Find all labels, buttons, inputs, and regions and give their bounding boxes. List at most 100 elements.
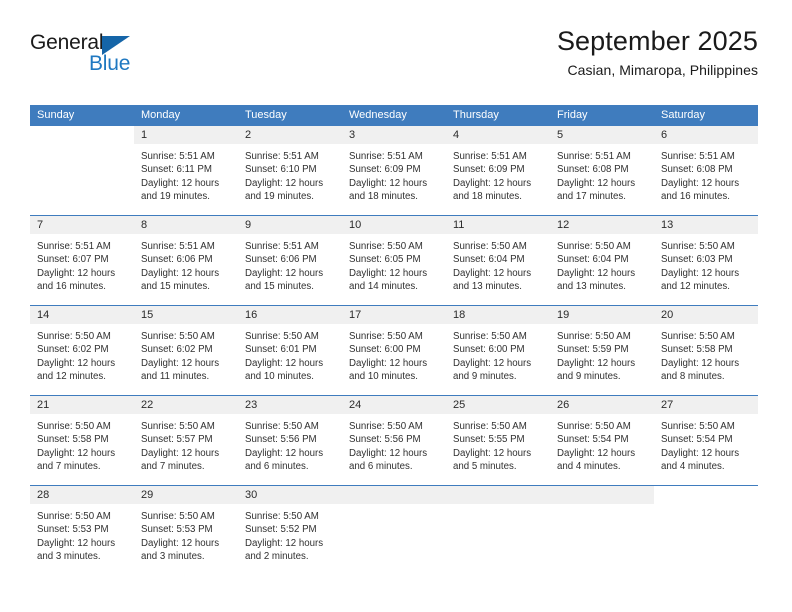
page-header: General Blue September 2025 Casian, Mima… <box>30 26 758 96</box>
daylight-text-line2: and 9 minutes. <box>557 371 621 383</box>
title-block: September 2025 Casian, Mimaropa, Philipp… <box>557 26 758 79</box>
sunset-text: Sunset: 6:00 PM <box>453 344 525 356</box>
day-cell[interactable]: 14 Sunrise: 5:50 AM Sunset: 6:02 PM Dayligh… <box>30 306 134 395</box>
day-details: Sunrise: 5:50 AM Sunset: 5:59 PM Daylight:… <box>550 325 654 384</box>
daylight-text-line1: Daylight: 12 hours <box>349 357 428 369</box>
weekday-header-wednesday: Wednesday <box>349 109 407 121</box>
day-number: 2 <box>245 129 252 141</box>
day-cell[interactable]: 11 Sunrise: 5:50 AM Sunset: 6:04 PM Dayligh… <box>446 216 550 305</box>
sunrise-text: Sunrise: 5:50 AM <box>245 331 319 342</box>
daylight-text-line2: and 10 minutes. <box>349 371 418 383</box>
sunset-text: Sunset: 5:52 PM <box>245 524 317 536</box>
daylight-text-line1: Daylight: 12 hours <box>349 447 428 459</box>
sunrise-text: Sunrise: 5:50 AM <box>661 421 735 432</box>
weekday-header-monday: Monday <box>141 109 181 121</box>
day-details: Sunrise: 5:51 AM Sunset: 6:07 PM Daylight:… <box>30 235 134 294</box>
day-cell[interactable]: 17 Sunrise: 5:50 AM Sunset: 6:00 PM Dayligh… <box>342 306 446 395</box>
daylight-text-line1: Daylight: 12 hours <box>661 447 740 459</box>
sunset-text: Sunset: 6:04 PM <box>557 254 629 266</box>
daylight-text-line2: and 4 minutes. <box>557 461 621 473</box>
day-cell[interactable]: 25 Sunrise: 5:50 AM Sunset: 5:55 PM Dayligh… <box>446 396 550 485</box>
sunrise-text: Sunrise: 5:50 AM <box>661 241 735 252</box>
daylight-text-line2: and 15 minutes. <box>245 281 314 293</box>
day-cell[interactable]: 18 Sunrise: 5:50 AM Sunset: 6:00 PM Dayligh… <box>446 306 550 395</box>
day-number-band: 26 <box>550 396 654 415</box>
day-cell[interactable]: 15 Sunrise: 5:50 AM Sunset: 6:02 PM Dayligh… <box>134 306 238 395</box>
day-cell[interactable]: 13 Sunrise: 5:50 AM Sunset: 6:03 PM Dayligh… <box>654 216 758 305</box>
day-cell[interactable]: 12 Sunrise: 5:50 AM Sunset: 6:04 PM Dayligh… <box>550 216 654 305</box>
daylight-text-line2: and 11 minutes. <box>141 371 210 383</box>
day-cell[interactable]: 21 Sunrise: 5:50 AM Sunset: 5:58 PM Dayligh… <box>30 396 134 485</box>
day-number: 4 <box>453 129 460 141</box>
sunset-text: Sunset: 6:02 PM <box>141 344 213 356</box>
sunrise-text: Sunrise: 5:51 AM <box>661 151 735 162</box>
sunset-text: Sunset: 6:06 PM <box>245 254 317 266</box>
sunset-text: Sunset: 5:58 PM <box>37 434 109 446</box>
day-cell[interactable]: 30 Sunrise: 5:50 AM Sunset: 5:52 PM Dayligh… <box>238 486 342 575</box>
daylight-text-line1: Daylight: 12 hours <box>245 267 324 279</box>
daylight-text-line1: Daylight: 12 hours <box>661 177 740 189</box>
day-number-band: 8 <box>134 216 238 235</box>
day-number-band: 11 <box>446 216 550 235</box>
day-cell[interactable]: 2 Sunrise: 5:51 AM Sunset: 6:10 PM Daylight… <box>238 126 342 215</box>
day-cell[interactable]: 19 Sunrise: 5:50 AM Sunset: 5:59 PM Dayligh… <box>550 306 654 395</box>
sunrise-text: Sunrise: 5:50 AM <box>349 331 423 342</box>
day-details: Sunrise: 5:51 AM Sunset: 6:08 PM Daylight:… <box>550 145 654 204</box>
daylight-text-line2: and 18 minutes. <box>349 191 418 203</box>
sunrise-text: Sunrise: 5:51 AM <box>141 241 215 252</box>
sunset-text: Sunset: 5:58 PM <box>661 344 733 356</box>
day-cell[interactable]: 26 Sunrise: 5:50 AM Sunset: 5:54 PM Dayligh… <box>550 396 654 485</box>
day-number: 9 <box>245 219 252 231</box>
day-number-band: 23 <box>238 396 342 415</box>
day-number-band <box>30 126 134 145</box>
weekday-header-thursday: Thursday <box>453 109 499 121</box>
day-cell[interactable]: 16 Sunrise: 5:50 AM Sunset: 6:01 PM Dayligh… <box>238 306 342 395</box>
day-cell[interactable]: 29 Sunrise: 5:50 AM Sunset: 5:53 PM Dayligh… <box>134 486 238 575</box>
day-cell[interactable]: 8 Sunrise: 5:51 AM Sunset: 6:06 PM Daylight… <box>134 216 238 305</box>
day-cell[interactable]: 7 Sunrise: 5:51 AM Sunset: 6:07 PM Daylight… <box>30 216 134 305</box>
sunrise-text: Sunrise: 5:50 AM <box>37 421 111 432</box>
location-subtitle: Casian, Mimaropa, Philippines <box>567 62 758 79</box>
day-cell[interactable]: 24 Sunrise: 5:50 AM Sunset: 5:56 PM Dayligh… <box>342 396 446 485</box>
day-cell[interactable]: 28 Sunrise: 5:50 AM Sunset: 5:53 PM Dayligh… <box>30 486 134 575</box>
day-cell[interactable]: 23 Sunrise: 5:50 AM Sunset: 5:56 PM Dayligh… <box>238 396 342 485</box>
day-cell[interactable]: 27 Sunrise: 5:50 AM Sunset: 5:54 PM Dayligh… <box>654 396 758 485</box>
day-details: Sunrise: 5:51 AM Sunset: 6:11 PM Daylight:… <box>134 145 238 204</box>
sunrise-text: Sunrise: 5:51 AM <box>141 151 215 162</box>
weekday-header-friday: Friday <box>557 109 588 121</box>
day-cell[interactable]: 4 Sunrise: 5:51 AM Sunset: 6:09 PM Daylight… <box>446 126 550 215</box>
day-number: 26 <box>557 399 570 411</box>
day-number: 21 <box>37 399 50 411</box>
day-details: Sunrise: 5:50 AM Sunset: 6:01 PM Daylight:… <box>238 325 342 384</box>
day-details: Sunrise: 5:50 AM Sunset: 5:55 PM Daylight:… <box>446 415 550 474</box>
calendar-week-row: 7 Sunrise: 5:51 AM Sunset: 6:07 PM Daylight… <box>30 215 758 305</box>
weekday-header-saturday: Saturday <box>661 109 706 121</box>
day-cell[interactable]: 22 Sunrise: 5:50 AM Sunset: 5:57 PM Dayligh… <box>134 396 238 485</box>
daylight-text-line2: and 12 minutes. <box>661 281 730 293</box>
day-cell[interactable]: 5 Sunrise: 5:51 AM Sunset: 6:08 PM Daylight… <box>550 126 654 215</box>
day-number-band: 3 <box>342 126 446 145</box>
weekday-header-sunday: Sunday <box>37 109 75 121</box>
day-number-band: 15 <box>134 306 238 325</box>
general-blue-logo[interactable]: General Blue <box>30 32 210 90</box>
daylight-text-line1: Daylight: 12 hours <box>37 357 116 369</box>
daylight-text-line1: Daylight: 12 hours <box>661 267 740 279</box>
daylight-text-line2: and 5 minutes. <box>453 461 517 473</box>
day-details: Sunrise: 5:50 AM Sunset: 6:04 PM Daylight:… <box>446 235 550 294</box>
sunrise-text: Sunrise: 5:50 AM <box>141 511 215 522</box>
sunset-text: Sunset: 6:09 PM <box>453 164 525 176</box>
sunset-text: Sunset: 6:04 PM <box>453 254 525 266</box>
day-number-band: 18 <box>446 306 550 325</box>
sunrise-text: Sunrise: 5:51 AM <box>245 151 319 162</box>
sunset-text: Sunset: 5:54 PM <box>557 434 629 446</box>
day-cell[interactable]: 10 Sunrise: 5:50 AM Sunset: 6:05 PM Dayligh… <box>342 216 446 305</box>
day-cell[interactable]: 3 Sunrise: 5:51 AM Sunset: 6:09 PM Daylight… <box>342 126 446 215</box>
day-cell[interactable]: 6 Sunrise: 5:51 AM Sunset: 6:08 PM Daylight… <box>654 126 758 215</box>
sunset-text: Sunset: 6:10 PM <box>245 164 317 176</box>
daylight-text-line2: and 19 minutes. <box>245 191 314 203</box>
day-cell[interactable]: 9 Sunrise: 5:51 AM Sunset: 6:06 PM Daylight… <box>238 216 342 305</box>
day-cell[interactable]: 20 Sunrise: 5:50 AM Sunset: 5:58 PM Dayligh… <box>654 306 758 395</box>
sunrise-text: Sunrise: 5:51 AM <box>37 241 111 252</box>
daylight-text-line1: Daylight: 12 hours <box>557 357 636 369</box>
day-cell[interactable]: 1 Sunrise: 5:51 AM Sunset: 6:11 PM Daylight… <box>134 126 238 215</box>
